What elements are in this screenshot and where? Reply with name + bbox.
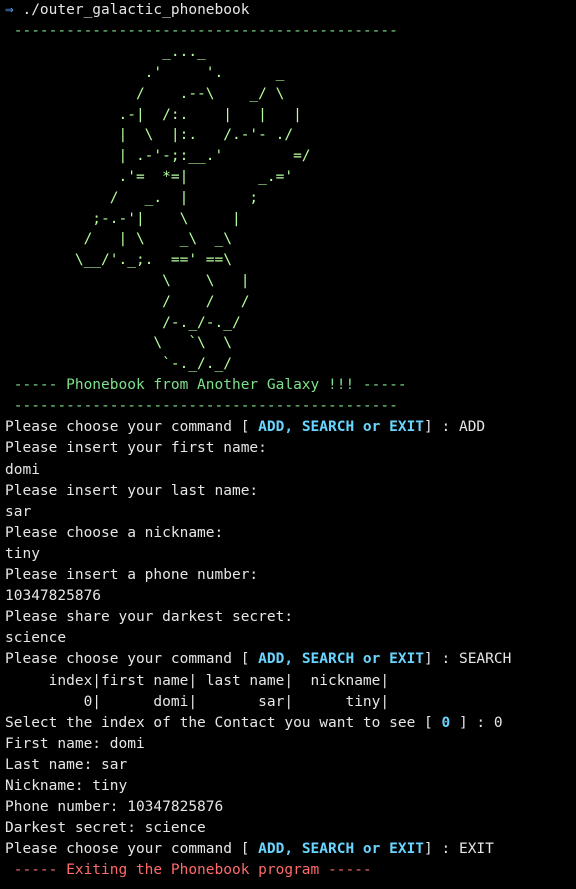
command-prompt-prefix: Please choose your command [ xyxy=(5,419,259,436)
top-separator: ----------------------------------------… xyxy=(5,23,398,40)
command-input-add: ADD xyxy=(458,419,486,436)
bottom-separator: ----------------------------------------… xyxy=(5,398,398,415)
select-index-input: 0 xyxy=(493,714,503,731)
command-options: ADD, SEARCH or EXIT xyxy=(258,651,425,668)
detail-nickname: Nickname: tiny xyxy=(5,777,128,794)
command-prompt-add: Please choose your command [ ADD, SEARCH… xyxy=(5,417,576,438)
command-prompt-suffix: ] : xyxy=(424,841,459,858)
command-prompt-search: Please choose your command [ ADD, SEARCH… xyxy=(5,649,576,670)
select-prefix: Select the index of the Contact you want… xyxy=(5,714,442,731)
command-prompt-exit: Please choose your command [ ADD, SEARCH… xyxy=(5,839,576,860)
prompt-arrow-icon: ⇒ xyxy=(5,2,14,18)
command-prompt-prefix: Please choose your command [ xyxy=(5,841,259,858)
detail-last-name: Last name: sar xyxy=(5,756,128,773)
command-prompt-suffix: ] : xyxy=(424,419,459,436)
detail-first-name: First name: domi xyxy=(5,735,145,752)
select-range: 0 xyxy=(441,714,451,731)
detail-phone: Phone number: 10347825876 xyxy=(5,799,224,816)
phonebook-banner: ----- Phonebook from Another Galaxy !!! … xyxy=(5,377,407,394)
command-input-search: SEARCH xyxy=(458,651,512,668)
exit-message: ----- Exiting the Phonebook program ----… xyxy=(5,862,372,879)
command-prompt-suffix: ] : xyxy=(424,651,459,668)
ask-last-name: Please insert your last name: xyxy=(5,482,259,499)
select-suffix: ] : xyxy=(450,714,494,731)
table-row: 0| domi| sar| tiny| xyxy=(5,693,390,710)
input-phone: 10347825876 xyxy=(5,588,102,605)
shell-command: ./outer_galactic_phonebook xyxy=(22,2,250,18)
detail-secret: Darkest secret: science xyxy=(5,820,206,837)
command-options: ADD, SEARCH or EXIT xyxy=(258,841,425,858)
contacts-table-header: index|first name| last name| nickname| xyxy=(5,672,390,689)
ask-phone: Please insert a phone number: xyxy=(5,567,259,584)
input-first-name: domi xyxy=(5,461,40,478)
ask-nickname: Please choose a nickname: xyxy=(5,524,224,541)
command-input-exit: EXIT xyxy=(458,841,494,858)
command-prompt-prefix: Please choose your command [ xyxy=(5,651,259,668)
select-index-prompt: Select the index of the Contact you want… xyxy=(5,713,576,734)
input-nickname: tiny xyxy=(5,545,40,562)
shell-prompt-line: ⇒ ./outer_galactic_phonebook xyxy=(5,0,576,21)
ask-secret: Please share your darkest secret: xyxy=(5,609,294,626)
input-last-name: sar xyxy=(5,503,32,520)
ask-first-name: Please insert your first name: xyxy=(5,440,267,457)
input-secret: science xyxy=(5,630,67,647)
command-options: ADD, SEARCH or EXIT xyxy=(258,419,425,436)
astronaut-ascii-art: _..._ .' '. _ / .--\ _/ \ .-| /:. | | | … xyxy=(74,44,311,373)
terminal-window[interactable]: ⇒ ./outer_galactic_phonebook -----------… xyxy=(5,0,576,881)
